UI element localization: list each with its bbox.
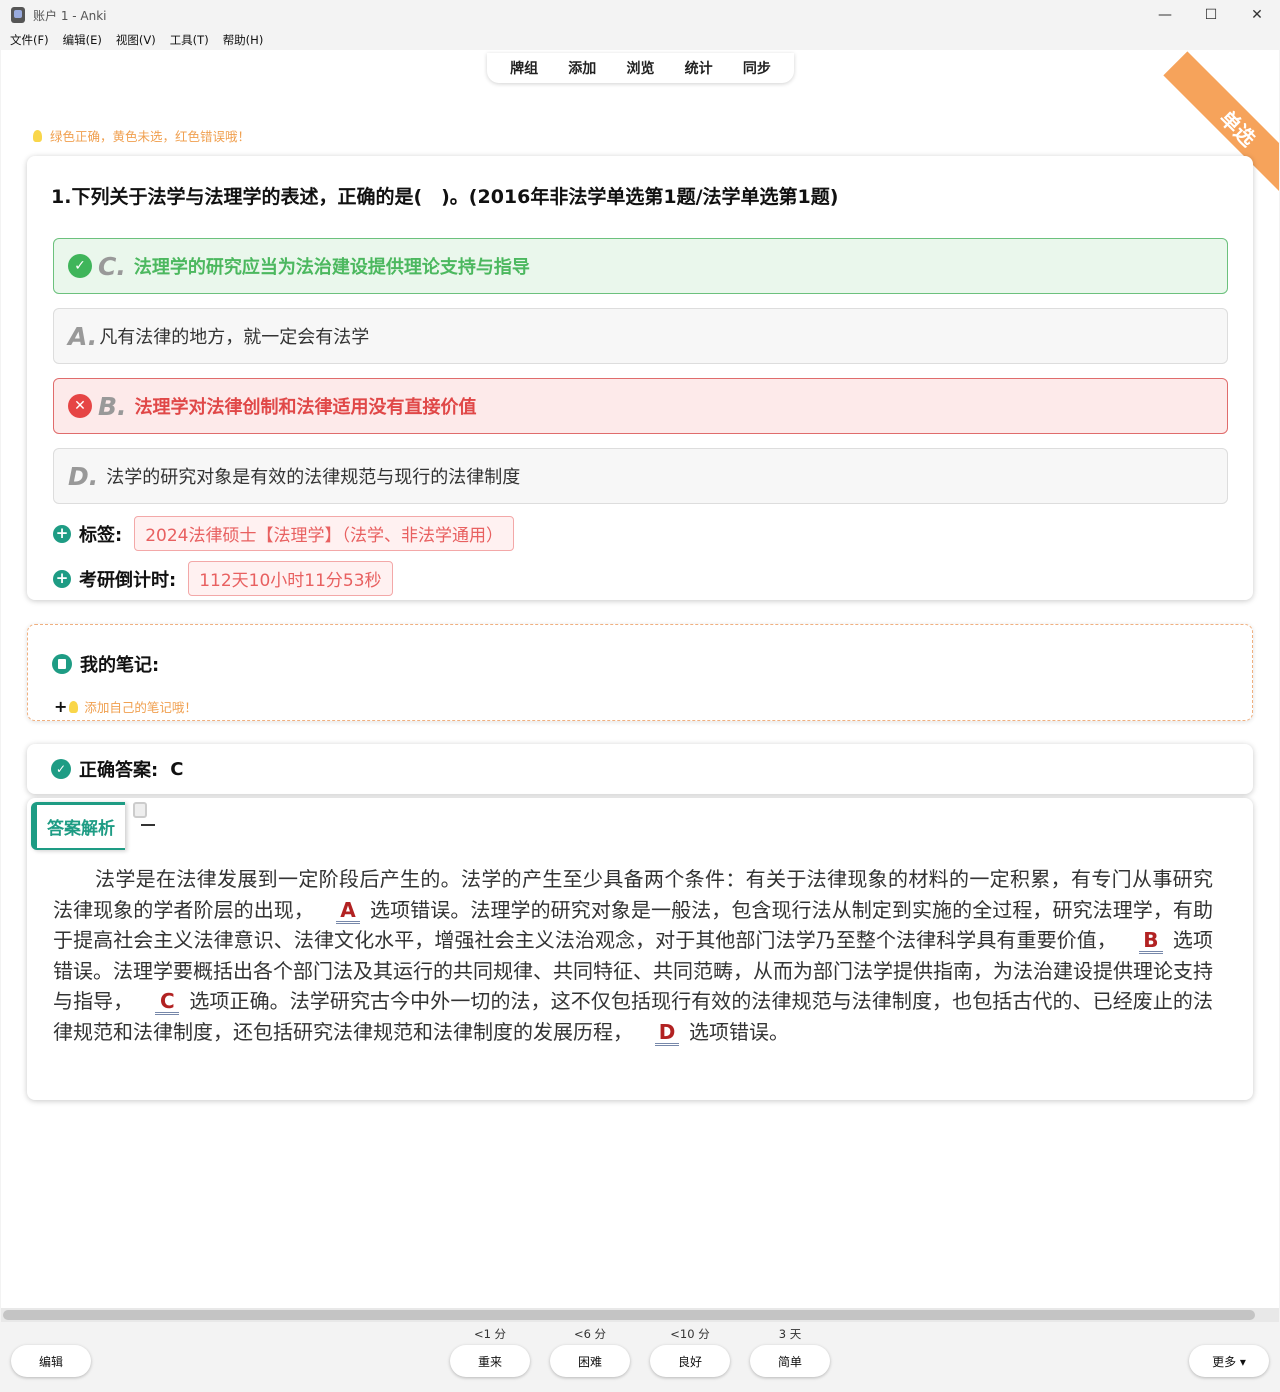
window-controls: — ☐ ✕ (1142, 0, 1280, 30)
option-b[interactable]: ✕ B. 法理学对法律创制和法律适用没有直接价值 (53, 378, 1228, 434)
nav-decks[interactable]: 牌组 (510, 58, 538, 78)
option-reference: A (335, 899, 360, 924)
correct-answer-row: ✓ 正确答案: C (51, 756, 183, 782)
option-a[interactable]: A. 凡有法律的地方，就一定会有法学 (53, 308, 1228, 364)
good-button[interactable]: 良好 (650, 1345, 730, 1377)
copy-icon[interactable] (131, 802, 155, 826)
question-title: 1.下列关于法学与法理学的表述，正确的是( )。(2016年非法学单选第1题/法… (51, 186, 839, 208)
explanation-card: 答案解析 法学是在法律发展到一定阶段后产生的。法学的产生至少具备两个条件：有关于… (27, 798, 1253, 1100)
menu-edit[interactable]: 编辑(E) (63, 32, 102, 48)
notes-title-row: 我的笔记: (52, 651, 159, 677)
bulb-icon (33, 129, 42, 142)
bulb-icon (69, 700, 79, 713)
explanation-segment: 选项正确。法学研究古今中外一切的法，这不仅包括现行有效的法律规范与法律制度，也包… (53, 989, 1214, 1044)
correct-check-icon: ✓ (68, 254, 92, 278)
minimize-button[interactable]: — (1142, 0, 1188, 30)
option-c[interactable]: ✓ C. 法理学的研究应当为法治建设提供理论支持与指导 (53, 238, 1228, 294)
explanation-tab-label: 答案解析 (47, 819, 115, 839)
option-letter: D. (68, 461, 99, 491)
good-interval: <10 分 (670, 1327, 710, 1341)
option-text: 凡有法律的地方，就一定会有法学 (99, 327, 370, 348)
question-card: 1.下列关于法学与法理学的表述，正确的是( )。(2016年非法学单选第1题/法… (27, 156, 1253, 600)
nav-add[interactable]: 添加 (568, 58, 596, 78)
check-circle-icon: ✓ (51, 759, 71, 779)
explanation-text: 法学是在法律发展到一定阶段后产生的。法学的产生至少具备两个条件：有关于法律现象的… (53, 864, 1213, 1047)
question-type-label: 单选 (1215, 105, 1261, 151)
add-note-text: 添加自己的笔记哦！ (84, 700, 197, 715)
add-note-plus: + (54, 697, 68, 716)
option-reference: C (155, 990, 180, 1015)
correct-answer-label: 正确答案: (79, 760, 159, 781)
answer-bar: 编辑 <1 分 重来 <6 分 困难 <10 分 良好 3 天 简单 更多 ▾ (0, 1322, 1280, 1392)
scrollbar-thumb[interactable] (3, 1310, 1255, 1320)
edit-button[interactable]: 编辑 (11, 1345, 91, 1377)
menu-help[interactable]: 帮助(H) (223, 32, 264, 48)
menu-tools[interactable]: 工具(T) (170, 32, 209, 48)
hard-interval: <6 分 (573, 1327, 607, 1341)
window-title: 账户 1 - Anki (33, 8, 107, 23)
option-letter: A. (68, 321, 98, 351)
option-letter: B. (98, 391, 127, 421)
title-bar: 账户 1 - Anki — ☐ ✕ (0, 0, 1280, 30)
review-webview: 牌组 添加 浏览 统计 同步 单选 绿色正确，黄色未选，红色错误哦！ 1.下列关… (1, 50, 1279, 1308)
notes-card: 我的笔记: + 添加自己的笔记哦！ (27, 624, 1253, 721)
horizontal-scrollbar[interactable] (1, 1308, 1279, 1322)
easy-button[interactable]: 简单 (750, 1345, 830, 1377)
option-text: 法理学对法律创制和法律适用没有直接价值 (134, 397, 477, 418)
tag-pill: 2024法律硕士【法理学】（法学、非法学通用） (134, 516, 514, 551)
countdown-pill: 112天10小时11分53秒 (188, 561, 393, 596)
countdown-row: + 考研倒计时: 112天10小时11分53秒 (53, 561, 393, 596)
note-icon (52, 654, 72, 674)
color-hint: 绿色正确，黄色未选，红色错误哦！ (33, 126, 250, 145)
maximize-button[interactable]: ☐ (1188, 0, 1234, 30)
wrong-cross-icon: ✕ (68, 394, 92, 418)
option-reference: B (1138, 929, 1163, 954)
correct-answer-value: C (170, 758, 184, 780)
nav-browse[interactable]: 浏览 (626, 58, 654, 78)
explanation-segment: 选项错误。 (689, 1019, 789, 1044)
plus-circle-icon: + (53, 524, 71, 543)
close-button[interactable]: ✕ (1234, 0, 1280, 30)
option-text: 法理学的研究应当为法治建设提供理论支持与指导 (133, 257, 530, 278)
add-note-link[interactable]: + 添加自己的笔记哦！ (54, 697, 197, 716)
nav-stats[interactable]: 统计 (685, 58, 713, 78)
again-interval: <1 分 (473, 1327, 507, 1341)
easy-interval: 3 天 (778, 1327, 802, 1341)
option-d[interactable]: D. 法学的研究对象是有效的法律规范与现行的法律制度 (53, 448, 1228, 504)
again-button[interactable]: 重来 (450, 1345, 530, 1377)
option-reference: D (655, 1021, 679, 1046)
color-hint-text: 绿色正确，黄色未选，红色错误哦！ (50, 129, 251, 144)
plus-circle-icon: + (53, 569, 71, 588)
nav-sync[interactable]: 同步 (743, 58, 771, 78)
top-navigation: 牌组 添加 浏览 统计 同步 (487, 53, 794, 83)
correct-answer-card: ✓ 正确答案: C (27, 744, 1253, 794)
tag-label: 标签: (79, 524, 123, 546)
hard-button[interactable]: 困难 (550, 1345, 630, 1377)
option-letter: C. (98, 251, 126, 281)
option-text: 法学的研究对象是有效的法律规范与现行的法律制度 (106, 467, 521, 488)
anki-app-icon (11, 7, 25, 23)
tag-row: + 标签: 2024法律硕士【法理学】（法学、非法学通用） (53, 516, 514, 551)
countdown-label: 考研倒计时: (79, 569, 177, 591)
menu-bar: 文件(F) 编辑(E) 视图(V) 工具(T) 帮助(H) (0, 30, 1280, 50)
menu-view[interactable]: 视图(V) (116, 32, 156, 48)
explanation-tab: 答案解析 (31, 802, 125, 850)
notes-title: 我的笔记: (80, 655, 160, 676)
menu-file[interactable]: 文件(F) (10, 32, 49, 48)
more-button[interactable]: 更多 ▾ (1189, 1345, 1269, 1377)
